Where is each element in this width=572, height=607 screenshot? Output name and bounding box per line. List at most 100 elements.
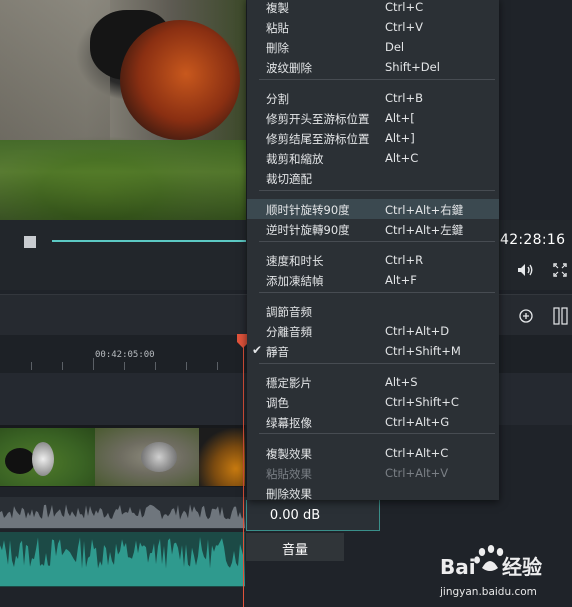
menu-item-shortcut: Ctrl+V	[385, 20, 423, 34]
menu-item-label: 裁切適配	[266, 172, 312, 186]
timecode-display: 42:28:16	[500, 232, 566, 248]
layout-icon[interactable]	[553, 307, 569, 325]
menu-item[interactable]: 裁剪和縮放 Alt+C	[247, 148, 499, 168]
svg-text:Bai: Bai	[440, 555, 476, 579]
menu-item[interactable]: ✔ 靜音 Ctrl+Shift+M	[247, 341, 499, 361]
menu-item[interactable]: 修剪结尾至游标位置 Alt+]	[247, 128, 499, 148]
menu-item[interactable]: 複製 Ctrl+C	[247, 0, 499, 17]
menu-item-shortcut: Ctrl+Shift+C	[385, 395, 459, 409]
menu-item[interactable]: 修剪开头至游标位置 Alt+[	[247, 108, 499, 128]
menu-item-shortcut: Ctrl+Alt+G	[385, 415, 450, 429]
ruler-tick	[93, 358, 94, 370]
menu-item-label: 分離音頻	[266, 325, 312, 339]
menu-item-label: 調節音频	[266, 305, 312, 319]
ruler-tick	[186, 362, 187, 370]
menu-item-shortcut: Alt+C	[385, 151, 419, 165]
menu-item-label: 靜音	[266, 345, 289, 359]
preview-rooster-body	[120, 20, 240, 140]
menu-separator	[259, 363, 495, 364]
hen-shape	[5, 448, 35, 474]
menu-item[interactable]: 穩定影片 Alt+S	[247, 372, 499, 392]
menu-item[interactable]: 绿幕抠像 Ctrl+Alt+G	[247, 412, 499, 432]
menu-item-label: 速度和时长	[266, 254, 324, 268]
video-clip-thumbnail[interactable]	[95, 428, 199, 486]
preview-grass	[0, 140, 246, 220]
menu-item[interactable]: 速度和时长 Ctrl+R	[247, 250, 499, 270]
ruler-tick	[62, 362, 63, 370]
menu-item[interactable]: 波纹删除 Shift+Del	[247, 57, 499, 77]
menu-item[interactable]: 分割 Ctrl+B	[247, 88, 499, 108]
menu-item-label: 波纹删除	[266, 61, 312, 75]
menu-item-label: 修剪开头至游标位置	[266, 112, 370, 126]
volume-db-value[interactable]: 0.00 dB	[246, 508, 344, 523]
menu-item[interactable]: 顺时针旋转90度 Ctrl+Alt+右鍵	[247, 199, 499, 219]
menu-separator	[259, 190, 495, 191]
menu-item-label: 顺时针旋转90度	[266, 203, 350, 217]
fullscreen-icon[interactable]	[553, 263, 567, 277]
menu-item-label: 绿幕抠像	[266, 416, 312, 430]
menu-item-label: 裁剪和縮放	[266, 152, 324, 166]
menu-item-label: 刪除	[266, 41, 289, 55]
ruler-tick	[124, 362, 125, 370]
hen-shape	[32, 442, 54, 476]
volume-label: 音量	[281, 543, 308, 558]
watermark-url: jingyan.baidu.com	[440, 586, 537, 598]
video-clip-thumbnail[interactable]	[199, 428, 245, 486]
menu-item-shortcut: Ctrl+Alt+D	[385, 324, 450, 338]
menu-item-label: 粘貼效果	[266, 467, 312, 481]
menu-item[interactable]: 裁切適配	[247, 168, 499, 188]
preview-tree-trunk	[0, 0, 110, 150]
menu-item-label: 粘貼	[266, 21, 289, 35]
menu-item[interactable]: 添加凍結幀 Alt+F	[247, 270, 499, 290]
menu-item-shortcut: Ctrl+Alt+右鍵	[385, 203, 464, 217]
zoom-in-icon[interactable]	[519, 309, 533, 323]
stop-icon[interactable]	[24, 236, 36, 248]
menu-item-shortcut: Ctrl+R	[385, 253, 424, 267]
menu-item-label: 複製效果	[266, 447, 312, 461]
menu-item[interactable]: 複製效果 Ctrl+Alt+C	[247, 443, 499, 463]
ruler-tick	[155, 362, 156, 370]
ruler-tick	[217, 362, 218, 370]
playback-progress-bar[interactable]	[52, 240, 246, 242]
video-preview	[0, 0, 246, 220]
playhead-line[interactable]	[243, 335, 244, 607]
audio-waveform	[0, 504, 245, 528]
menu-item[interactable]: 刪除效果	[247, 483, 499, 503]
menu-item-label: 穩定影片	[266, 376, 312, 390]
video-clip-thumbnail[interactable]	[0, 428, 95, 486]
menu-separator	[259, 241, 495, 242]
menu-item-shortcut: Ctrl+Alt+V	[385, 466, 449, 480]
hen-shape	[141, 442, 177, 472]
menu-item[interactable]: 逆时针旋轉90度 Ctrl+Alt+左鍵	[247, 219, 499, 239]
audio-waveform	[0, 537, 245, 586]
menu-item-label: 複製	[266, 1, 289, 15]
menu-item-shortcut: Ctrl+Alt+C	[385, 446, 449, 460]
menu-item-label: 调色	[266, 396, 289, 410]
menu-separator	[259, 292, 495, 293]
menu-item-shortcut: Shift+Del	[385, 60, 440, 74]
menu-separator	[259, 433, 495, 434]
menu-item-label: 分割	[266, 92, 289, 106]
menu-item-shortcut: Alt+[	[385, 111, 415, 125]
menu-item-shortcut: Alt+F	[385, 273, 417, 287]
menu-item-label: 修剪结尾至游标位置	[266, 132, 370, 146]
menu-item-shortcut: Ctrl+C	[385, 0, 424, 14]
menu-item-label: 刪除效果	[266, 487, 312, 501]
menu-item[interactable]: 刪除 Del	[247, 37, 499, 57]
menu-item-shortcut: Del	[385, 40, 405, 54]
menu-item-shortcut: Ctrl+Alt+左鍵	[385, 223, 464, 237]
menu-item[interactable]: 分離音頻 Ctrl+Alt+D	[247, 321, 499, 341]
menu-item: 粘貼效果 Ctrl+Alt+V	[247, 463, 499, 483]
menu-item-shortcut: Alt+S	[385, 375, 418, 389]
volume-icon[interactable]	[517, 263, 535, 277]
checkmark-icon: ✔	[252, 343, 263, 357]
menu-item-shortcut: Ctrl+Shift+M	[385, 344, 461, 358]
menu-item-shortcut: Ctrl+B	[385, 91, 423, 105]
menu-item[interactable]: 调色 Ctrl+Shift+C	[247, 392, 499, 412]
menu-item-label: 添加凍結幀	[266, 274, 324, 288]
menu-item-shortcut: Alt+]	[385, 131, 415, 145]
menu-item-label: 逆时针旋轉90度	[266, 223, 350, 237]
menu-item[interactable]: 粘貼 Ctrl+V	[247, 17, 499, 37]
menu-item[interactable]: 調節音频	[247, 301, 499, 321]
menu-separator	[259, 79, 495, 80]
